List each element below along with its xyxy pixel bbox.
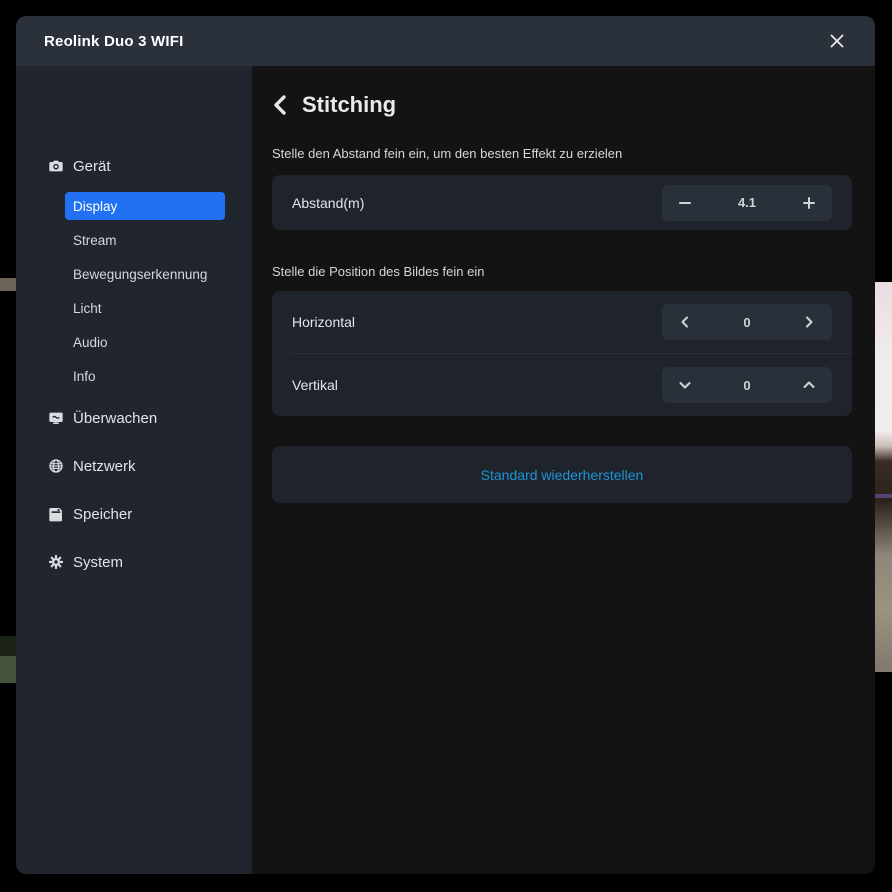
vertikal-up-button[interactable] (786, 367, 832, 403)
abstand-label: Abstand(m) (292, 195, 364, 211)
chevron-left-icon (679, 316, 691, 328)
sidebar-item-label: System (73, 554, 123, 571)
restore-defaults-label: Standard wiederherstellen (481, 467, 644, 483)
settings-dialog: Reolink Duo 3 WIFI (16, 16, 875, 874)
sidebar-item-label: Stream (73, 233, 117, 248)
sidebar-item-label: Audio (73, 335, 108, 350)
sidebar-item-ueberwachen[interactable]: Überwachen (16, 406, 252, 430)
background-camera-preview-right (875, 282, 892, 672)
storage-icon (48, 506, 64, 522)
vertikal-label: Vertikal (292, 377, 338, 393)
horizontal-right-button[interactable] (786, 304, 832, 340)
close-icon (829, 33, 845, 49)
page-title: Stitching (302, 92, 396, 118)
sidebar-item-label: Netzwerk (73, 458, 136, 475)
dialog-body: Gerät Display Stream Bewegungserkennung … (16, 66, 875, 874)
sidebar-item-display[interactable]: Display (65, 192, 225, 220)
sidebar-item-netzwerk[interactable]: Netzwerk (16, 454, 252, 478)
sidebar-item-label: Speicher (73, 506, 132, 523)
horizontal-left-button[interactable] (662, 304, 708, 340)
sidebar-item-label: Licht (73, 301, 102, 316)
chevron-right-icon (803, 316, 815, 328)
abstand-card: Abstand(m) 4.1 (272, 175, 852, 230)
abstand-section-label: Stelle den Abstand fein ein, um den best… (272, 146, 852, 161)
sidebar-item-licht[interactable]: Licht (65, 294, 225, 322)
position-card: Horizontal 0 (272, 291, 852, 416)
camera-icon (48, 158, 64, 174)
sidebar-item-stream[interactable]: Stream (65, 226, 225, 254)
restore-defaults-button[interactable]: Standard wiederherstellen (272, 446, 852, 503)
gear-icon (48, 554, 64, 570)
sidebar-item-label: Bewegungserkennung (73, 267, 207, 282)
sidebar-item-label: Gerät (73, 158, 111, 175)
panel-header: Stitching (272, 91, 852, 119)
abstand-stepper: 4.1 (662, 185, 832, 221)
abstand-decrease-button[interactable] (662, 185, 708, 221)
background-detail (875, 494, 892, 498)
abstand-increase-button[interactable] (786, 185, 832, 221)
plus-icon (802, 196, 816, 210)
horizontal-label: Horizontal (292, 314, 355, 330)
close-button[interactable] (823, 27, 851, 55)
chevron-down-icon (679, 379, 691, 391)
horizontal-stepper: 0 (662, 304, 832, 340)
vertikal-down-button[interactable] (662, 367, 708, 403)
vertikal-row: Vertikal 0 (272, 354, 852, 416)
sidebar-item-system[interactable]: System (16, 550, 252, 574)
sidebar-item-geraet[interactable]: Gerät (16, 154, 252, 178)
background-camera-preview-left (0, 278, 16, 291)
settings-sidebar: Gerät Display Stream Bewegungserkennung … (16, 66, 252, 874)
minus-icon (678, 196, 692, 210)
monitor-icon (48, 410, 64, 426)
sidebar-item-audio[interactable]: Audio (65, 328, 225, 356)
screen: Reolink Duo 3 WIFI (0, 0, 892, 892)
position-section-label: Stelle die Position des Bildes fein ein (272, 264, 852, 279)
sidebar-item-label: Info (73, 369, 96, 384)
globe-icon (48, 458, 64, 474)
sidebar-item-bewegungserkennung[interactable]: Bewegungserkennung (65, 260, 225, 288)
sidebar-item-speicher[interactable]: Speicher (16, 502, 252, 526)
vertikal-value: 0 (708, 378, 786, 393)
abstand-value: 4.1 (708, 195, 786, 210)
back-button[interactable] (272, 94, 290, 116)
chevron-up-icon (803, 379, 815, 391)
sidebar-item-info[interactable]: Info (65, 362, 225, 390)
dialog-titlebar: Reolink Duo 3 WIFI (16, 16, 875, 66)
horizontal-value: 0 (708, 315, 786, 330)
chevron-left-icon (272, 95, 287, 115)
vertikal-stepper: 0 (662, 367, 832, 403)
dialog-title: Reolink Duo 3 WIFI (44, 33, 183, 50)
sidebar-item-label: Display (73, 199, 117, 214)
sidebar-item-label: Überwachen (73, 410, 157, 427)
background-camera-preview-left (0, 656, 16, 683)
abstand-row: Abstand(m) 4.1 (272, 175, 852, 230)
stitching-panel: Stitching Stelle den Abstand fein ein, u… (252, 66, 875, 874)
horizontal-row: Horizontal 0 (272, 291, 852, 353)
background-camera-preview-left (0, 636, 16, 656)
